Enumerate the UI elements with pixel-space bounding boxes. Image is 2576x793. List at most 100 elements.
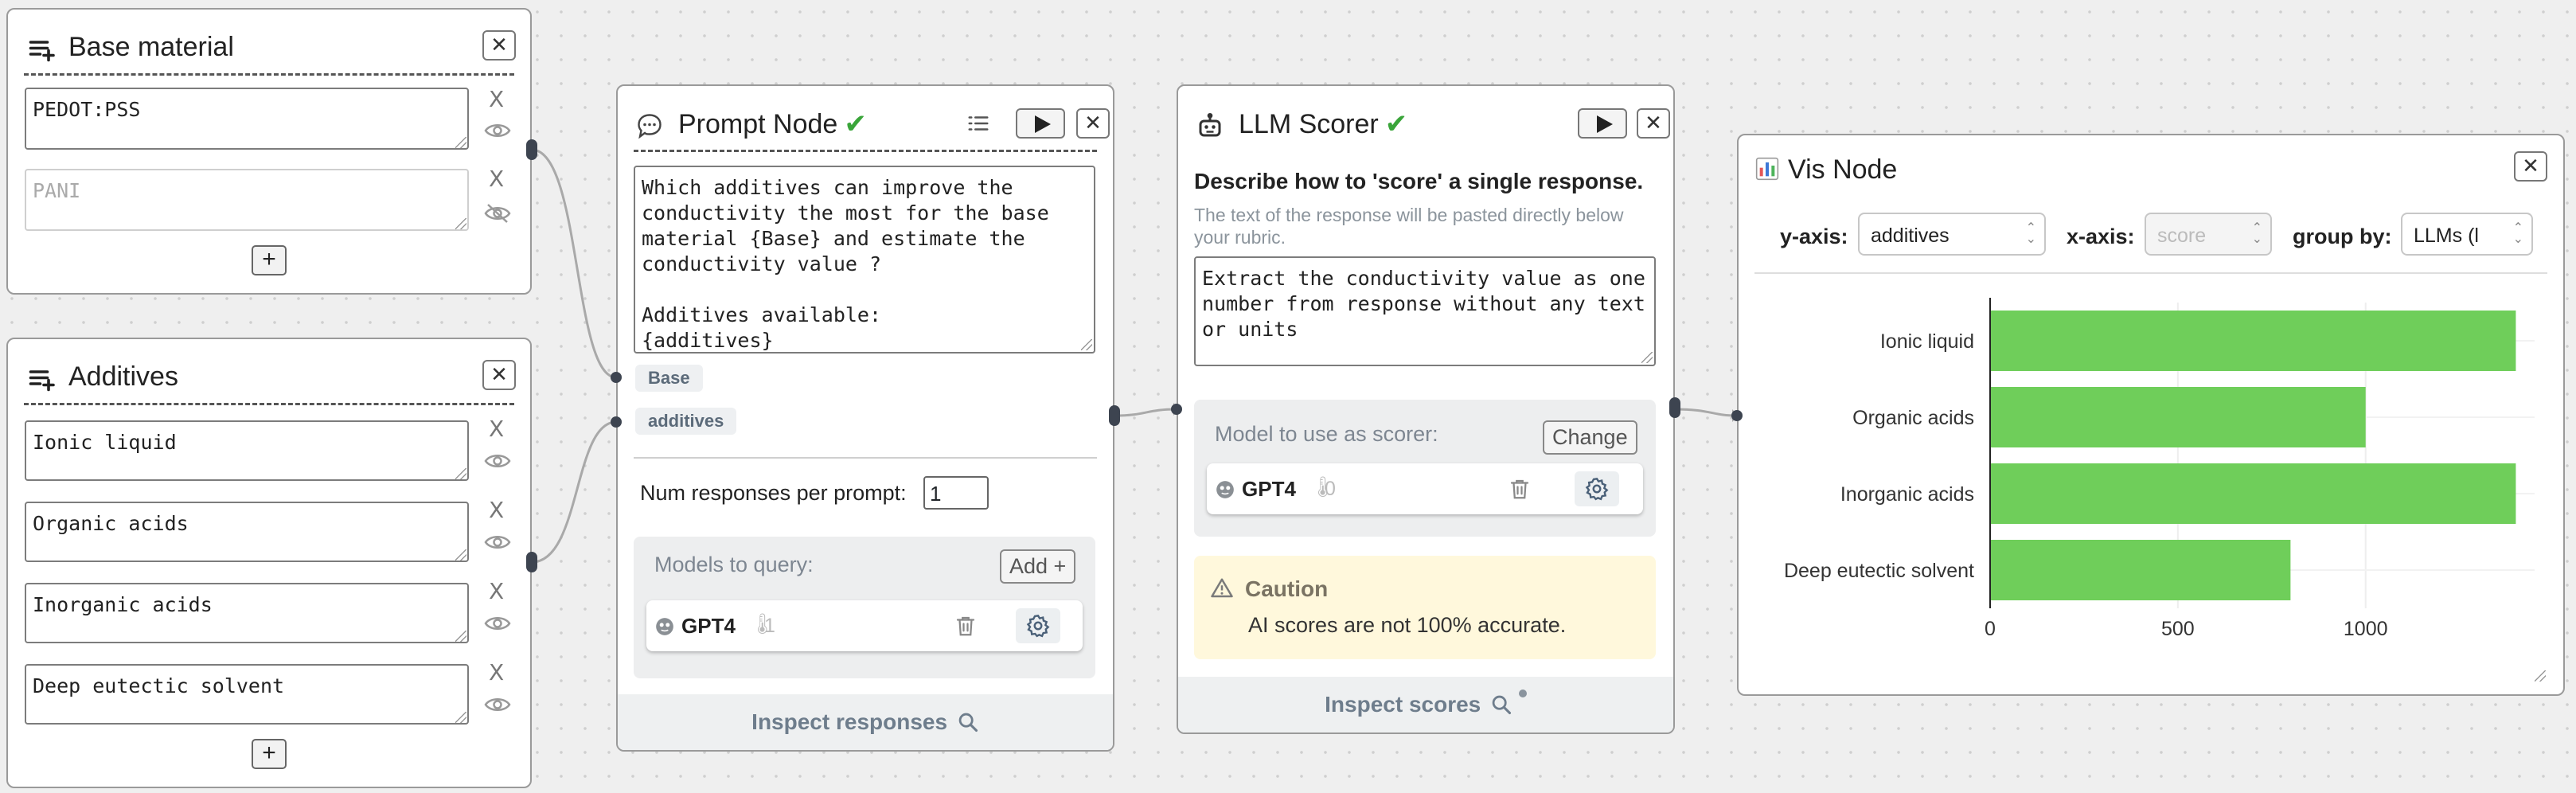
group-by-select[interactable]: LLMs (l ⌃ ⌄ xyxy=(2401,213,2533,256)
y-axis-select[interactable]: additives ⌃ ⌄ xyxy=(1858,213,2046,256)
run-button[interactable] xyxy=(1016,108,1065,139)
bar xyxy=(1990,387,2366,447)
remove-field-button[interactable]: X xyxy=(489,497,504,523)
resize-handle-icon[interactable] xyxy=(1081,339,1092,350)
warning-icon xyxy=(1211,578,1233,598)
input-handle-base[interactable] xyxy=(611,372,622,383)
robot-icon xyxy=(1199,112,1221,137)
close-button[interactable]: ✕ xyxy=(1076,108,1110,139)
close-button[interactable]: ✕ xyxy=(482,30,516,61)
add-field-button[interactable]: + xyxy=(252,739,287,769)
x-axis-select[interactable]: score ⌃ ⌄ xyxy=(2145,213,2272,256)
node-title: LLM Scorer ✔ xyxy=(1239,108,1407,140)
scorer-label: Model to use as scorer: xyxy=(1215,422,1438,446)
model-temperature: 0 xyxy=(1325,478,1336,500)
bar xyxy=(1990,540,2291,600)
remove-field-button[interactable]: X xyxy=(489,86,504,112)
model-avatar-icon xyxy=(656,618,673,635)
eye-icon[interactable] xyxy=(484,122,511,139)
footer-label: Inspect responses xyxy=(751,709,948,734)
run-button[interactable] xyxy=(1578,108,1627,139)
models-panel: Models to query: Add + GPT4 🌡 1 xyxy=(634,537,1095,678)
node-header[interactable]: Additives ✕ xyxy=(24,355,516,405)
node-title: Additives xyxy=(68,361,178,392)
footer-label: Inspect scores xyxy=(1325,692,1481,717)
add-model-button[interactable]: Add + xyxy=(1000,549,1076,584)
text-field[interactable]: Deep eutectic solvent xyxy=(25,664,469,725)
output-handle[interactable] xyxy=(526,139,537,160)
eye-icon[interactable] xyxy=(484,615,511,632)
additives-node[interactable]: Additives ✕ Ionic liquid X Organic acids… xyxy=(6,338,532,788)
list-icon xyxy=(29,370,55,392)
resize-handle-icon[interactable] xyxy=(2535,670,2546,682)
resize-handle-icon[interactable] xyxy=(455,137,466,148)
x-tick-label: 1000 xyxy=(2344,618,2388,640)
list-settings-icon[interactable] xyxy=(966,111,990,135)
input-handle-additives[interactable] xyxy=(611,416,622,428)
eye-off-icon[interactable] xyxy=(484,202,511,225)
llm-scorer-node[interactable]: LLM Scorer ✔ ✕ Describe how to 'score' a … xyxy=(1177,84,1675,734)
text-field[interactable]: PANI xyxy=(25,169,469,231)
model-row[interactable]: GPT4 🌡 1 xyxy=(646,600,1083,651)
prompt-node[interactable]: Prompt Node ✔ ✕ Which additives can impro… xyxy=(616,84,1114,752)
eye-icon[interactable] xyxy=(484,533,511,551)
rubric-textarea[interactable]: Extract the conductivity value as one nu… xyxy=(1194,256,1656,366)
node-header[interactable]: LLM Scorer ✔ ✕ xyxy=(1194,102,1670,150)
close-button[interactable]: ✕ xyxy=(482,360,516,390)
text-field[interactable]: PEDOT:PSS xyxy=(25,88,469,150)
text-field[interactable]: Organic acids xyxy=(25,502,469,562)
model-row[interactable]: GPT4 🌡 0 xyxy=(1207,463,1643,514)
remove-field-button[interactable]: X xyxy=(489,659,504,686)
input-badge-additives: additives xyxy=(635,408,737,435)
settings-button[interactable] xyxy=(1575,471,1619,506)
resize-handle-icon[interactable] xyxy=(455,549,466,561)
bar-chart-icon xyxy=(1755,157,1779,181)
remove-field-button[interactable]: X xyxy=(489,578,504,604)
remove-field-button[interactable]: X xyxy=(489,166,504,192)
output-handle[interactable] xyxy=(526,552,537,572)
remove-field-button[interactable]: X xyxy=(489,416,504,442)
category-tick-label: Ionic liquid xyxy=(1880,330,1974,353)
x-axis-value: score xyxy=(2157,225,2207,247)
input-badge-base: Base xyxy=(635,365,703,392)
check-icon: ✔ xyxy=(844,109,867,139)
resize-handle-icon[interactable] xyxy=(455,468,466,479)
node-title-text: Prompt Node xyxy=(678,109,838,139)
close-button[interactable]: ✕ xyxy=(1637,108,1670,139)
num-responses-input[interactable]: 1 xyxy=(923,476,989,510)
edge-base-to-prompt xyxy=(531,148,617,379)
edge-scorer-to-vis xyxy=(1673,408,1738,417)
close-button[interactable]: ✕ xyxy=(2514,151,2547,182)
eye-icon[interactable] xyxy=(484,696,511,713)
caution-title: Caution xyxy=(1245,576,1329,601)
resize-handle-icon[interactable] xyxy=(455,712,466,723)
change-model-button[interactable]: Change xyxy=(1543,420,1637,455)
text-field[interactable]: Inorganic acids xyxy=(25,583,469,643)
trash-icon[interactable] xyxy=(1508,476,1532,502)
node-header[interactable]: Base material ✕ xyxy=(24,25,516,76)
node-header[interactable]: Vis Node ✕ xyxy=(1754,148,2547,196)
node-header[interactable]: Prompt Node ✔ ✕ xyxy=(634,102,1110,152)
resize-handle-icon[interactable] xyxy=(1641,352,1653,363)
output-handle[interactable] xyxy=(1109,405,1120,426)
trash-icon[interactable] xyxy=(954,613,978,639)
resize-handle-icon[interactable] xyxy=(455,218,466,229)
resize-handle-icon[interactable] xyxy=(455,631,466,642)
input-handle[interactable] xyxy=(1171,404,1182,415)
input-handle[interactable] xyxy=(1731,410,1743,421)
text-field[interactable]: Ionic liquid xyxy=(25,420,469,481)
prompt-textarea[interactable]: Which additives can improve the conducti… xyxy=(634,166,1095,354)
caution-alert: Caution AI scores are not 100% accurate. xyxy=(1194,556,1656,659)
base-material-node[interactable]: Base material ✕ PEDOT:PSS X PANI X + xyxy=(6,8,532,295)
inspect-responses-button[interactable]: Inspect responses xyxy=(618,694,1113,750)
num-responses-label: Num responses per prompt: xyxy=(640,481,907,505)
add-field-button[interactable]: + xyxy=(252,245,287,275)
notification-dot xyxy=(1518,689,1527,697)
eye-icon[interactable] xyxy=(484,452,511,470)
settings-button[interactable] xyxy=(1016,608,1060,643)
divider xyxy=(634,457,1097,459)
vis-node[interactable]: Vis Node ✕ y-axis: additives ⌃ ⌄ x-axis: … xyxy=(1737,134,2565,696)
inspect-scores-button[interactable]: Inspect scores xyxy=(1178,677,1673,732)
rubric-subtext: The text of the response will be pasted … xyxy=(1194,205,1624,248)
output-handle[interactable] xyxy=(1669,397,1680,418)
